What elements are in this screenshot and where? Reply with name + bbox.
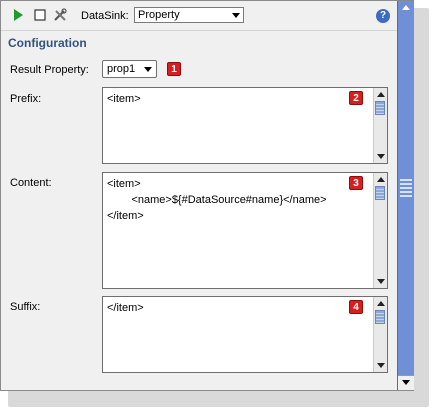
datasink-panel: DataSink: Property ? Configuration Resul… — [0, 0, 414, 391]
section-title: Configuration — [8, 36, 87, 50]
suffix-label: Suffix: — [10, 301, 41, 313]
play-icon[interactable] — [11, 8, 25, 22]
suffix-textarea[interactable]: </item> — [102, 296, 388, 373]
chevron-down-icon — [232, 13, 240, 18]
datasink-label: DataSink: — [81, 10, 129, 22]
callout-badge-3: 3 — [349, 176, 363, 190]
prefix-scrollbar[interactable] — [373, 88, 387, 163]
content-scrollbar[interactable] — [373, 173, 387, 288]
scroll-down-icon[interactable] — [377, 154, 385, 159]
result-property-select[interactable]: prop1 — [102, 60, 157, 78]
prefix-textarea[interactable]: <item> — [102, 87, 388, 164]
datasink-select[interactable]: Property — [134, 7, 244, 23]
callout-badge-2: 2 — [349, 91, 363, 105]
prefix-text: <item> — [107, 93, 141, 105]
scroll-up-icon[interactable] — [377, 301, 385, 306]
scroll-thumb[interactable] — [375, 186, 385, 200]
scroll-up-icon[interactable] — [402, 5, 410, 10]
tools-icon[interactable] — [53, 8, 67, 22]
toolbar: DataSink: Property ? — [1, 1, 397, 31]
chevron-down-icon — [144, 67, 152, 72]
suffix-text: </item> — [107, 302, 144, 314]
prefix-label: Prefix: — [10, 93, 42, 105]
content-textarea[interactable]: <item> <name>${#DataSource#name}</name> … — [102, 172, 388, 289]
callout-badge-1: 1 — [167, 62, 181, 76]
help-icon[interactable]: ? — [376, 9, 390, 23]
panel-scrollbar[interactable] — [397, 1, 414, 390]
scroll-down-icon[interactable] — [377, 279, 385, 284]
scroll-down-button[interactable] — [398, 375, 414, 390]
datasink-select-value: Property — [138, 9, 180, 21]
stop-icon[interactable] — [33, 8, 47, 22]
scroll-down-icon[interactable] — [377, 363, 385, 368]
content-label: Content: — [10, 177, 52, 189]
content-text: <item> <name>${#DataSource#name}</name> … — [107, 178, 327, 222]
suffix-scrollbar[interactable] — [373, 297, 387, 372]
scroll-thumb[interactable] — [375, 310, 385, 324]
scroll-up-icon[interactable] — [377, 92, 385, 97]
scroll-up-icon[interactable] — [377, 177, 385, 182]
result-property-label: Result Property: — [10, 64, 89, 76]
result-property-value: prop1 — [107, 63, 136, 75]
chevron-down-icon — [402, 380, 410, 385]
scroll-thumb[interactable] — [375, 101, 385, 115]
callout-badge-4: 4 — [349, 300, 363, 314]
scroll-grip[interactable] — [400, 179, 412, 199]
